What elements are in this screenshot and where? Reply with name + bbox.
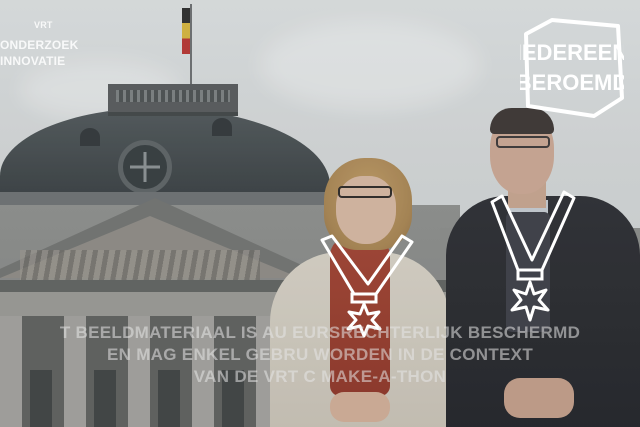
logo-top-text: VRT	[34, 20, 53, 30]
medal-drawing-icon	[490, 190, 576, 322]
logo-badge-icon: IEDEREEN BEROEMD	[520, 18, 624, 118]
logo-line-2: BEROEMD	[520, 70, 624, 95]
watermark-line-3: VAN DE VRT C MAKE-A-THON	[193, 367, 447, 386]
logo-line-1: IEDEREEN	[520, 40, 624, 65]
watermark-line-2: EN MAG ENKEL GEBRU WORDEN IN DE CONTEXT	[106, 345, 534, 364]
logo-line-1: ONDERZOEK	[0, 38, 79, 52]
copyright-watermark: T BEELDMATERIAAL IS AU EURSRECHTERLIJK B…	[0, 322, 640, 388]
logo-line-2: INNOVATIE	[0, 54, 66, 68]
watermark-line-1: T BEELDMATERIAAL IS AU EURSRECHTERLIJK B…	[59, 323, 581, 342]
photo-scene: VRT ONDERZOEK INNOVATIE IEDEREEN BEROEMD…	[0, 0, 640, 427]
iedereen-beroemd-logo: IEDEREEN BEROEMD	[520, 18, 624, 118]
vrt-innovatie-logo: VRT ONDERZOEK INNOVATIE	[0, 18, 80, 74]
